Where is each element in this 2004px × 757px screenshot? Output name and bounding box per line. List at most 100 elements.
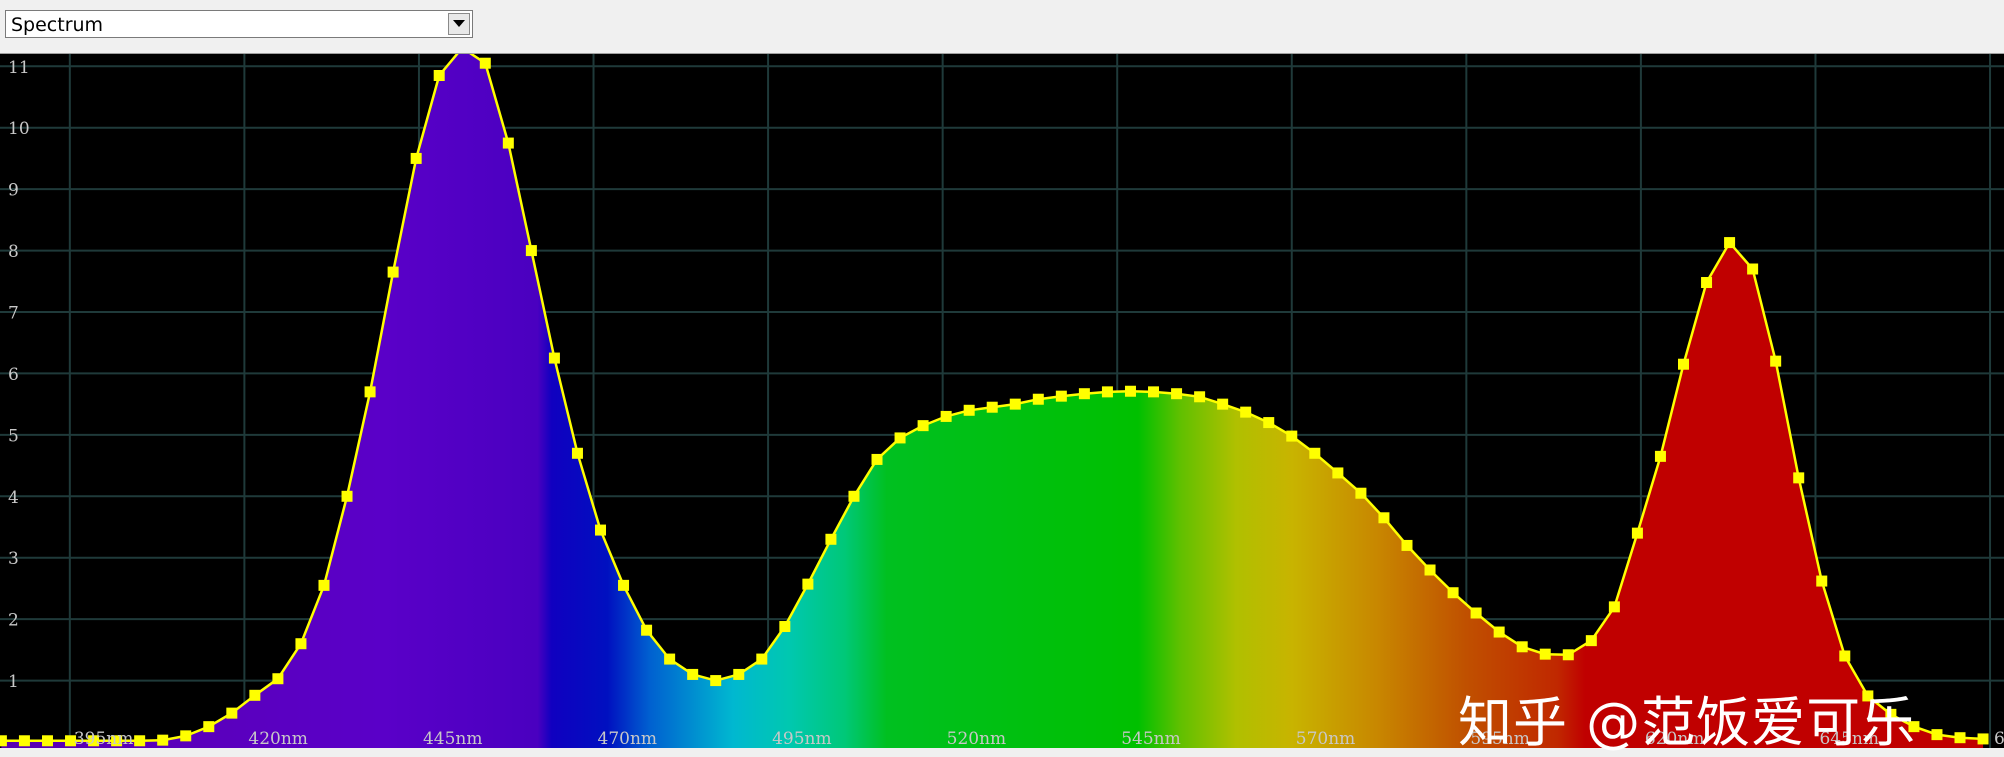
data-point bbox=[1194, 391, 1206, 403]
data-point bbox=[571, 447, 583, 459]
x-tick-label: 395nm bbox=[74, 729, 134, 748]
data-point bbox=[1240, 406, 1252, 418]
data-point bbox=[502, 137, 514, 149]
view-select[interactable]: Spectrum bbox=[5, 10, 473, 38]
x-tick-label: 495nm bbox=[772, 729, 832, 748]
data-point bbox=[664, 653, 676, 665]
y-tick-label: 3 bbox=[8, 549, 19, 569]
data-point bbox=[1078, 388, 1090, 400]
y-tick-label: 4 bbox=[8, 488, 19, 508]
data-point bbox=[341, 490, 353, 502]
data-point bbox=[1608, 601, 1620, 613]
data-point bbox=[226, 707, 238, 719]
data-point bbox=[1585, 635, 1597, 647]
data-point bbox=[1677, 358, 1689, 370]
x-tick-label: 520nm bbox=[947, 729, 1007, 748]
data-point bbox=[1793, 472, 1805, 484]
data-point bbox=[1562, 649, 1574, 661]
data-point bbox=[1286, 430, 1298, 442]
spectrum-plot: 1 2 3 4 5 6 7 8 9 10 11 395nm 420nm 445nm 470nm 495nm 52… bbox=[0, 54, 2004, 754]
data-point bbox=[318, 579, 330, 591]
data-point bbox=[410, 152, 422, 164]
data-point bbox=[387, 266, 399, 278]
data-point bbox=[295, 638, 307, 650]
data-point bbox=[1747, 263, 1759, 275]
watermark: 知乎 @范饭爱可乐 bbox=[1458, 691, 1917, 754]
data-point bbox=[1171, 388, 1183, 400]
data-point bbox=[41, 735, 53, 747]
data-point bbox=[1424, 564, 1436, 576]
data-point bbox=[687, 668, 699, 680]
data-point bbox=[157, 734, 169, 746]
data-point bbox=[479, 57, 491, 69]
y-tick-label: 6 bbox=[8, 365, 19, 385]
data-point bbox=[641, 624, 653, 636]
x-tick-label: 470nm bbox=[598, 729, 658, 748]
data-point bbox=[710, 675, 722, 687]
x-tick-label: 570nm bbox=[1296, 729, 1356, 748]
y-tick-label: 9 bbox=[8, 181, 19, 201]
data-point bbox=[1654, 450, 1666, 462]
x-tick-label: 545nm bbox=[1121, 729, 1181, 748]
data-point bbox=[802, 578, 814, 590]
data-point bbox=[986, 401, 998, 413]
data-point bbox=[894, 432, 906, 444]
data-point bbox=[871, 453, 883, 465]
data-point bbox=[595, 524, 607, 536]
toolbar: Spectrum bbox=[0, 0, 2004, 54]
data-point bbox=[917, 420, 929, 432]
data-point bbox=[1009, 398, 1021, 410]
data-point bbox=[433, 70, 445, 81]
data-point bbox=[1631, 527, 1643, 539]
data-point bbox=[733, 668, 745, 680]
y-tick-label: 2 bbox=[8, 611, 19, 631]
data-point bbox=[1701, 277, 1713, 289]
x-tick-label: 420nm bbox=[248, 729, 308, 748]
data-point bbox=[779, 621, 791, 633]
data-point bbox=[364, 386, 376, 398]
data-point bbox=[1124, 385, 1136, 397]
view-select-value: Spectrum bbox=[11, 14, 104, 36]
y-tick-label: 7 bbox=[8, 304, 19, 324]
data-point bbox=[1931, 729, 1943, 741]
data-point bbox=[1770, 355, 1782, 367]
data-point bbox=[1954, 732, 1966, 744]
data-point bbox=[525, 245, 537, 257]
data-point bbox=[249, 689, 261, 701]
data-point bbox=[1355, 487, 1367, 499]
data-point bbox=[1839, 650, 1851, 662]
data-point bbox=[18, 735, 30, 747]
data-point bbox=[272, 673, 284, 685]
data-point bbox=[1055, 390, 1067, 402]
y-tick-label: 11 bbox=[8, 58, 30, 78]
data-point bbox=[1217, 398, 1229, 410]
data-point bbox=[1493, 626, 1505, 638]
data-point bbox=[1263, 417, 1275, 429]
chevron-down-icon bbox=[453, 20, 465, 27]
x-tick-label: 445nm bbox=[423, 729, 483, 748]
x-tick-label: 670nm bbox=[1994, 729, 2004, 748]
data-point bbox=[848, 490, 860, 502]
data-point bbox=[1309, 447, 1321, 459]
y-tick-label: 10 bbox=[8, 119, 30, 139]
data-point bbox=[1148, 386, 1160, 398]
data-point bbox=[1032, 393, 1044, 405]
data-point bbox=[825, 533, 837, 545]
y-tick-labels: 1 2 3 4 5 6 7 8 9 10 11 bbox=[8, 58, 30, 692]
data-point bbox=[1977, 733, 1989, 745]
data-point bbox=[618, 579, 630, 591]
dropdown-button[interactable] bbox=[448, 13, 470, 35]
data-point bbox=[1332, 467, 1344, 479]
data-point bbox=[1378, 512, 1390, 524]
data-point bbox=[1447, 587, 1459, 599]
data-point bbox=[548, 352, 560, 364]
data-point bbox=[1724, 237, 1736, 249]
y-tick-label: 5 bbox=[8, 426, 19, 446]
data-point bbox=[1516, 641, 1528, 653]
data-point bbox=[203, 721, 215, 733]
data-point bbox=[963, 404, 975, 416]
data-point bbox=[1101, 386, 1113, 398]
data-point bbox=[0, 735, 7, 747]
data-point bbox=[180, 730, 192, 742]
data-point bbox=[1816, 575, 1828, 587]
